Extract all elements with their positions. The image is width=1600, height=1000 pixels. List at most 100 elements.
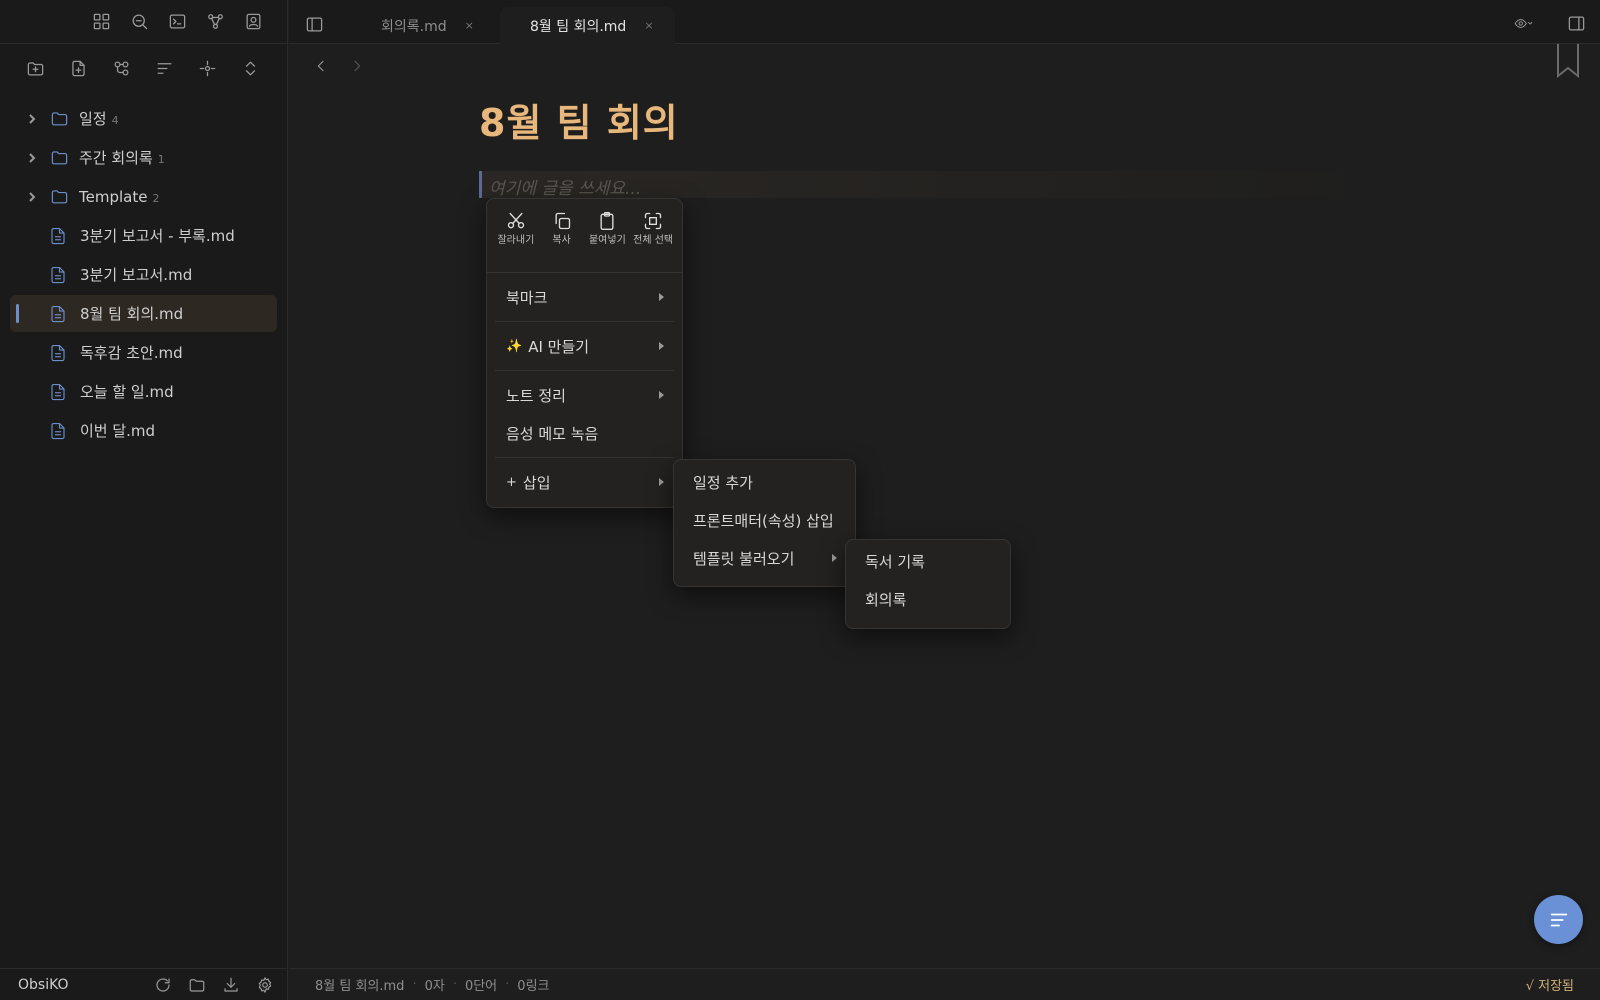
graph-icon[interactable] (203, 10, 227, 34)
tab-august-meeting[interactable]: 8월 팀 회의.md × (500, 7, 675, 44)
refresh-icon[interactable] (151, 973, 175, 997)
paste-button[interactable]: 붙여넣기 (585, 211, 629, 272)
menu-item-template-meeting-notes[interactable]: 회의록 (846, 580, 1010, 618)
paste-label: 붙여넣기 (588, 235, 626, 246)
status-separator: · (452, 977, 457, 992)
folder-item[interactable]: 주간 회의록 1 (10, 139, 277, 176)
menu-item-label: 회의록 (865, 590, 907, 609)
expand-collapse-icon[interactable] (238, 56, 262, 80)
outline-fab-button[interactable] (1534, 895, 1583, 944)
context-menu: 잘라내기 복사 붙여넣기 전체 선택 북마크 ✨ AI 만들기 노트 정리 음성… (486, 198, 683, 508)
terminal-icon[interactable] (165, 10, 189, 34)
folder-count: 2 (152, 191, 160, 205)
menu-item-label: 북마크 (506, 288, 548, 307)
cut-button[interactable]: 잘라내기 (494, 211, 538, 272)
right-sidebar-toggle-icon[interactable] (1564, 11, 1588, 35)
file-label: 이번 달.md (80, 422, 156, 440)
quick-actions: 잘라내기 복사 붙여넣기 전체 선택 (487, 199, 682, 273)
sidebar-ribbon (0, 0, 287, 44)
menu-item-label: 음성 메모 녹음 (506, 424, 599, 443)
menu-item-insert-frontmatter[interactable]: 프론트매터(속성) 삽입 (674, 501, 855, 539)
new-folder-icon[interactable] (23, 56, 47, 80)
file-item[interactable]: 3분기 보고서 - 부록.md (10, 217, 277, 254)
menu-item-template-reading-log[interactable]: 독서 기록 (846, 542, 1010, 580)
folder-item[interactable]: 일정 4 (10, 100, 277, 137)
folder-open-icon[interactable] (185, 973, 209, 997)
document-icon (50, 264, 72, 286)
sparkles-icon: ✨ (506, 338, 523, 354)
forward-arrow-icon[interactable] (345, 54, 369, 78)
chevron-right-icon[interactable] (26, 152, 40, 164)
insert-submenu: 일정 추가 프론트매터(속성) 삽입 템플릿 불러오기 (673, 459, 856, 587)
page-title[interactable]: 8월 팀 회의 (479, 92, 679, 147)
sort-icon[interactable] (152, 56, 176, 80)
document-icon (50, 303, 72, 325)
eye-view-icon[interactable] (1504, 11, 1542, 35)
chevron-right-icon[interactable] (26, 191, 40, 203)
search-icon[interactable] (127, 10, 151, 34)
file-item[interactable]: 3분기 보고서.md (10, 256, 277, 293)
document-icon (50, 342, 72, 364)
sidebar-toolbar (0, 44, 287, 92)
select-all-label: 전체 선택 (633, 235, 674, 246)
folder-label: 일정 (79, 110, 107, 128)
menu-item-ai-create[interactable]: ✨ AI 만들기 (487, 327, 682, 365)
menu-item-label: 일정 추가 (693, 473, 753, 492)
status-filename: 8월 팀 회의.md (315, 979, 405, 994)
tab-close-icon[interactable]: × (465, 19, 474, 32)
hierarchy-icon[interactable] (109, 56, 133, 80)
tab-close-icon[interactable]: × (644, 19, 653, 32)
back-arrow-icon[interactable] (309, 54, 333, 78)
menu-item-bookmark[interactable]: 북마크 (487, 278, 682, 316)
vault-name[interactable]: ObsiKO (18, 977, 151, 993)
menu-item-load-template[interactable]: 템플릿 불러오기 (674, 539, 855, 577)
menu-item-add-schedule[interactable]: 일정 추가 (674, 463, 855, 501)
layout-grid-icon[interactable] (89, 10, 113, 34)
menu-item-insert[interactable]: + 삽입 (487, 463, 682, 501)
file-item[interactable]: 이번 달.md (10, 412, 277, 449)
submenu-arrow-icon (659, 391, 664, 399)
tab-meeting-notes[interactable]: 회의록.md × (367, 7, 488, 44)
file-label: 독후감 초안.md (80, 344, 183, 362)
status-bar: 8월 팀 회의.md · 0자 · 0단어 · 0링크 √ 저장됨 (289, 968, 1600, 1000)
status-separator: · (412, 977, 417, 992)
document-icon (50, 381, 72, 403)
folder-label: 주간 회의록 (79, 149, 153, 167)
file-label: 8월 팀 회의.md (80, 305, 184, 323)
menu-item-organize-note[interactable]: 노트 정리 (487, 376, 682, 414)
status-saved: √ 저장됨 (1525, 979, 1574, 994)
document-icon (50, 420, 72, 442)
folder-item[interactable]: Template 2 (10, 178, 277, 215)
file-explorer-sidebar: 일정 4 주간 회의록 1 Template 2 3분기 보고서 - 부록.md… (0, 0, 288, 1000)
tab-label: 8월 팀 회의.md (530, 18, 627, 35)
submenu-arrow-icon (659, 342, 664, 350)
select-all-button[interactable]: 전체 선택 (631, 211, 675, 272)
new-file-icon[interactable] (66, 56, 90, 80)
menu-item-label: 템플릿 불러오기 (693, 549, 795, 568)
copy-button[interactable]: 복사 (540, 211, 584, 272)
menu-item-voice-memo[interactable]: 음성 메모 녹음 (487, 414, 682, 452)
gear-icon[interactable] (253, 973, 277, 997)
submenu-arrow-icon (832, 554, 837, 562)
submenu-arrow-icon (659, 293, 664, 301)
bookmark-icon[interactable] (1556, 44, 1580, 78)
file-item[interactable]: 오늘 할 일.md (10, 373, 277, 410)
menu-item-label: AI 만들기 (528, 337, 590, 356)
scissors-icon (507, 212, 525, 229)
folder-count: 4 (111, 113, 119, 127)
status-word-count: 0단어 (464, 979, 498, 994)
editor-body[interactable]: 여기에 글을 쓰세요... (479, 171, 1399, 199)
file-item[interactable]: 독후감 초안.md (10, 334, 277, 371)
download-icon[interactable] (219, 973, 243, 997)
contact-card-icon[interactable] (241, 10, 265, 34)
file-label: 3분기 보고서.md (80, 266, 193, 284)
focus-icon[interactable] (195, 56, 219, 80)
status-char-count: 0자 (424, 979, 445, 994)
file-item-active[interactable]: 8월 팀 회의.md (10, 295, 277, 332)
chevron-right-icon[interactable] (26, 113, 40, 125)
menu-item-label: 독서 기록 (865, 552, 925, 571)
sidebar-toggle-icon[interactable] (302, 12, 326, 36)
menu-item-label: 프론트매터(속성) 삽입 (693, 511, 834, 530)
menu-item-label: 삽입 (522, 473, 551, 492)
folder-icon (50, 108, 72, 130)
